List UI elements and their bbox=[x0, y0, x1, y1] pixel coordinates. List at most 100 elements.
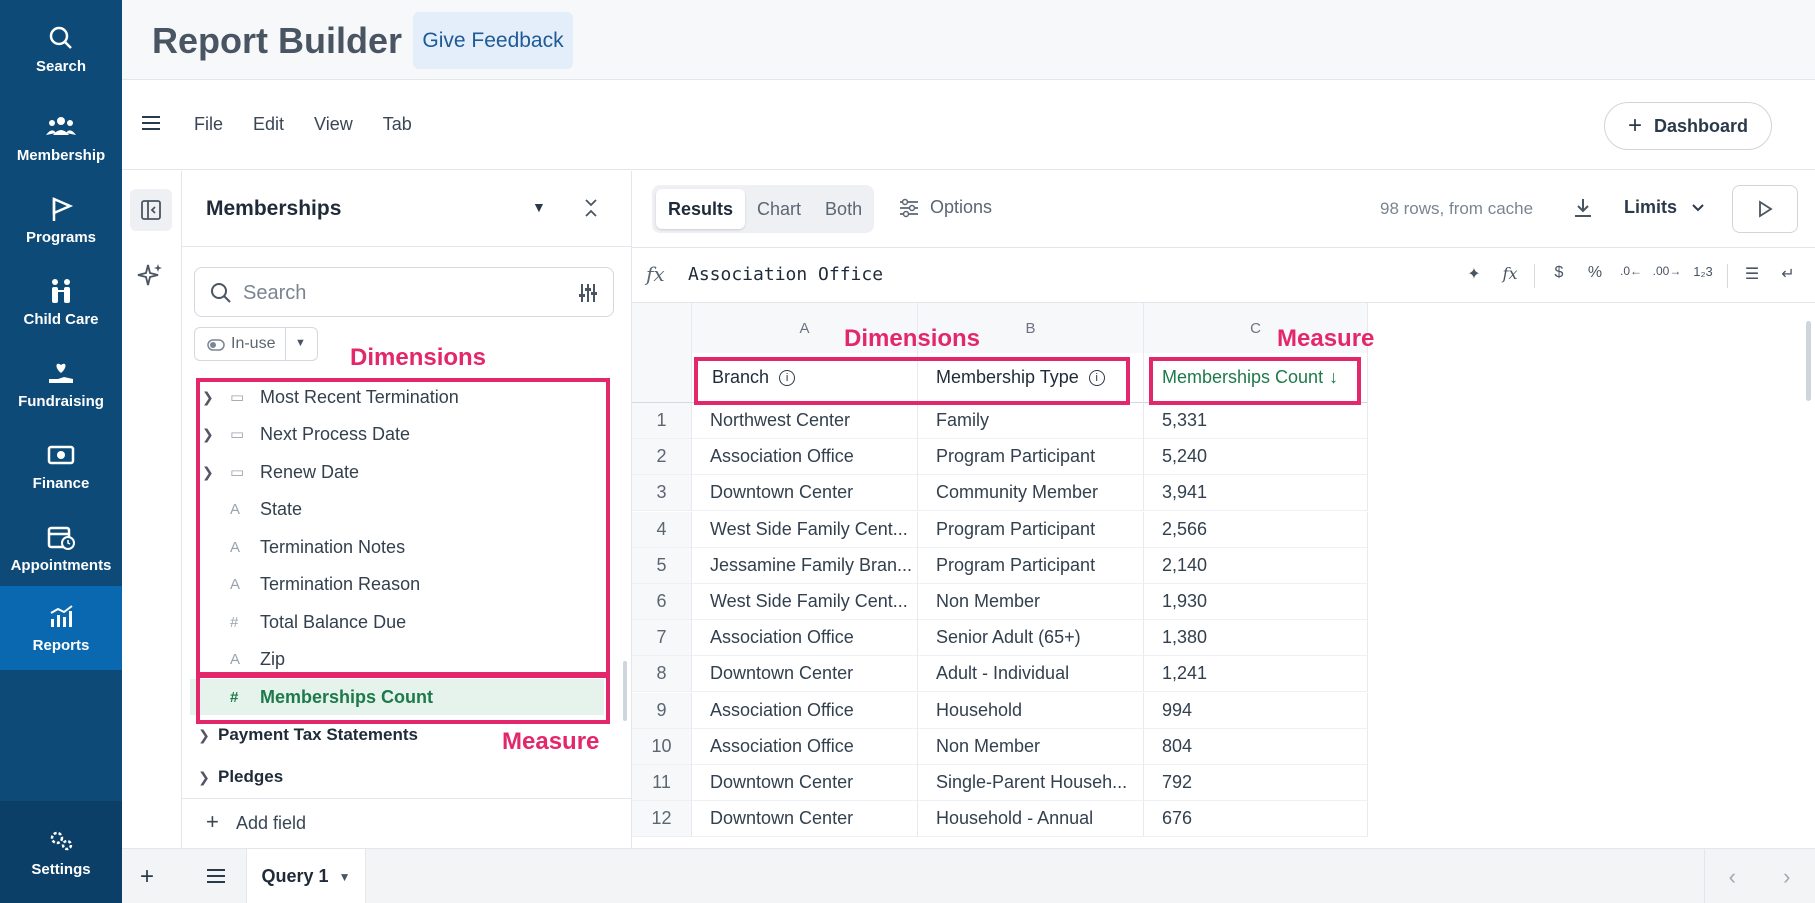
add-dashboard-button[interactable]: + Dashboard bbox=[1604, 102, 1772, 150]
hamburger-menu-icon[interactable] bbox=[140, 114, 162, 132]
row-number[interactable]: 8 bbox=[632, 656, 692, 693]
cell-memberships-count[interactable]: 3,941 bbox=[1144, 475, 1368, 512]
function-icon[interactable]: fx bbox=[1492, 264, 1528, 288]
queries-menu-icon[interactable] bbox=[206, 867, 226, 885]
row-number[interactable]: 4 bbox=[632, 511, 692, 548]
cell-membership-type[interactable]: Family bbox=[918, 403, 1144, 439]
add-field-button[interactable]: + Add field bbox=[182, 798, 632, 848]
align-left-icon[interactable]: ☰ bbox=[1734, 264, 1770, 288]
tab-chart[interactable]: Chart bbox=[745, 189, 813, 229]
field-search-box[interactable]: Search bbox=[194, 267, 614, 317]
cell-membership-type[interactable]: Household bbox=[918, 692, 1144, 729]
chevron-right-icon[interactable]: › bbox=[1783, 864, 1790, 890]
cell-branch[interactable]: West Side Family Cent... bbox=[692, 511, 918, 548]
give-feedback-button[interactable]: Give Feedback bbox=[413, 12, 573, 69]
cell-memberships-count[interactable]: 994 bbox=[1144, 692, 1368, 729]
cell-membership-type[interactable]: Adult - Individual bbox=[918, 656, 1144, 693]
cell-memberships-count[interactable]: 1,930 bbox=[1144, 584, 1368, 620]
cell-memberships-count[interactable]: 5,331 bbox=[1144, 403, 1368, 439]
cell-branch[interactable]: Association Office bbox=[692, 692, 918, 729]
cell-branch[interactable]: Association Office bbox=[692, 620, 918, 657]
cell-membership-type[interactable]: Program Participant bbox=[918, 439, 1144, 476]
cell-branch[interactable]: Downtown Center bbox=[692, 656, 918, 693]
formula-value[interactable]: Association Office bbox=[688, 264, 883, 285]
nav-item-fundraising[interactable]: Fundraising bbox=[0, 344, 122, 424]
cell-memberships-count[interactable]: 2,140 bbox=[1144, 547, 1368, 584]
cell-memberships-count[interactable]: 676 bbox=[1144, 801, 1368, 838]
nav-item-programs[interactable]: Programs bbox=[0, 180, 122, 260]
run-query-button[interactable] bbox=[1732, 185, 1798, 233]
cell-memberships-count[interactable]: 2,566 bbox=[1144, 511, 1368, 548]
cell-branch[interactable]: Northwest Center bbox=[692, 403, 918, 439]
field-group[interactable]: ❯ Pledges bbox=[190, 767, 283, 787]
cell-memberships-count[interactable]: 5,240 bbox=[1144, 439, 1368, 476]
percent-format-icon[interactable]: % bbox=[1577, 264, 1613, 288]
row-number[interactable]: 7 bbox=[632, 620, 692, 657]
cell-branch[interactable]: Jessamine Family Bran... bbox=[692, 547, 918, 584]
row-number[interactable]: 1 bbox=[632, 403, 692, 439]
nav-item-reports[interactable]: Reports bbox=[0, 586, 122, 670]
row-number[interactable]: 2 bbox=[632, 439, 692, 476]
cell-branch[interactable]: Association Office bbox=[692, 728, 918, 765]
cell-membership-type[interactable]: Community Member bbox=[918, 475, 1144, 512]
collapse-icon[interactable] bbox=[582, 197, 600, 219]
row-number[interactable]: 5 bbox=[632, 547, 692, 584]
nav-item-settings[interactable]: Settings bbox=[0, 801, 122, 903]
tab-results[interactable]: Results bbox=[656, 189, 746, 229]
options-button[interactable]: Options bbox=[898, 197, 992, 218]
cell-memberships-count[interactable]: 1,380 bbox=[1144, 620, 1368, 657]
row-number[interactable]: 3 bbox=[632, 475, 692, 512]
cell-branch[interactable]: West Side Family Cent... bbox=[692, 584, 918, 620]
dropdown-caret-icon[interactable]: ▼ bbox=[295, 337, 306, 349]
cell-branch[interactable]: Downtown Center bbox=[692, 765, 918, 801]
row-number[interactable]: 6 bbox=[632, 584, 692, 620]
collapse-panel-button[interactable] bbox=[130, 189, 172, 231]
tab-both[interactable]: Both bbox=[813, 189, 874, 229]
nav-item-child-care[interactable]: Child Care bbox=[0, 262, 122, 342]
in-use-filter[interactable]: In-use ▼ bbox=[194, 327, 318, 361]
row-number[interactable]: 9 bbox=[632, 692, 692, 729]
nav-item-membership[interactable]: Membership bbox=[0, 98, 122, 178]
cell-membership-type[interactable]: Program Participant bbox=[918, 511, 1144, 548]
cell-memberships-count[interactable]: 804 bbox=[1144, 728, 1368, 765]
cell-memberships-count[interactable]: 1,241 bbox=[1144, 656, 1368, 693]
cell-membership-type[interactable]: Household - Annual bbox=[918, 801, 1144, 838]
dropdown-caret-icon[interactable]: ▼ bbox=[532, 199, 546, 215]
panel-scrollbar[interactable] bbox=[623, 661, 627, 721]
sparkle-ai-icon[interactable] bbox=[136, 261, 164, 289]
results-scrollbar[interactable] bbox=[1806, 321, 1811, 401]
menu-file[interactable]: File bbox=[194, 114, 223, 135]
menu-view[interactable]: View bbox=[314, 114, 353, 135]
cell-membership-type[interactable]: Non Member bbox=[918, 728, 1144, 765]
menu-edit[interactable]: Edit bbox=[253, 114, 284, 135]
download-icon[interactable] bbox=[1572, 197, 1594, 219]
search-input[interactable]: Search bbox=[243, 282, 306, 305]
add-query-button[interactable]: + bbox=[140, 863, 154, 891]
query-tab[interactable]: Query 1 ▼ bbox=[246, 849, 366, 903]
nav-item-search[interactable]: Search bbox=[0, 18, 122, 80]
cell-branch[interactable]: Association Office bbox=[692, 439, 918, 476]
cell-membership-type[interactable]: Senior Adult (65+) bbox=[918, 620, 1144, 657]
number-format-icon[interactable]: 1₂3 bbox=[1685, 264, 1721, 288]
row-number[interactable]: 10 bbox=[632, 728, 692, 765]
nav-item-finance[interactable]: Finance bbox=[0, 426, 122, 506]
chevron-left-icon[interactable]: ‹ bbox=[1729, 864, 1736, 890]
cell-branch[interactable]: Downtown Center bbox=[692, 801, 918, 838]
dropdown-caret-icon[interactable]: ▼ bbox=[339, 870, 351, 884]
cell-membership-type[interactable]: Program Participant bbox=[918, 547, 1144, 584]
wrap-text-icon[interactable]: ↵ bbox=[1770, 264, 1806, 288]
increase-decimals-icon[interactable]: .00→ bbox=[1649, 264, 1685, 288]
sparkle-icon[interactable]: ✦ bbox=[1456, 264, 1492, 288]
field-group[interactable]: ❯ Payment Tax Statements bbox=[190, 725, 418, 745]
row-number[interactable]: 12 bbox=[632, 801, 692, 838]
menu-tab[interactable]: Tab bbox=[383, 114, 412, 135]
nav-item-appointments[interactable]: Appointments bbox=[0, 508, 122, 588]
cell-membership-type[interactable]: Non Member bbox=[918, 584, 1144, 620]
cell-branch[interactable]: Downtown Center bbox=[692, 475, 918, 512]
limits-dropdown[interactable]: Limits bbox=[1624, 197, 1705, 218]
filter-sliders-icon[interactable] bbox=[577, 281, 599, 305]
row-number[interactable]: 11 bbox=[632, 765, 692, 801]
currency-format-icon[interactable]: $ bbox=[1541, 264, 1577, 288]
cell-membership-type[interactable]: Single-Parent Househ... bbox=[918, 765, 1144, 801]
decrease-decimals-icon[interactable]: .0← bbox=[1613, 264, 1649, 288]
